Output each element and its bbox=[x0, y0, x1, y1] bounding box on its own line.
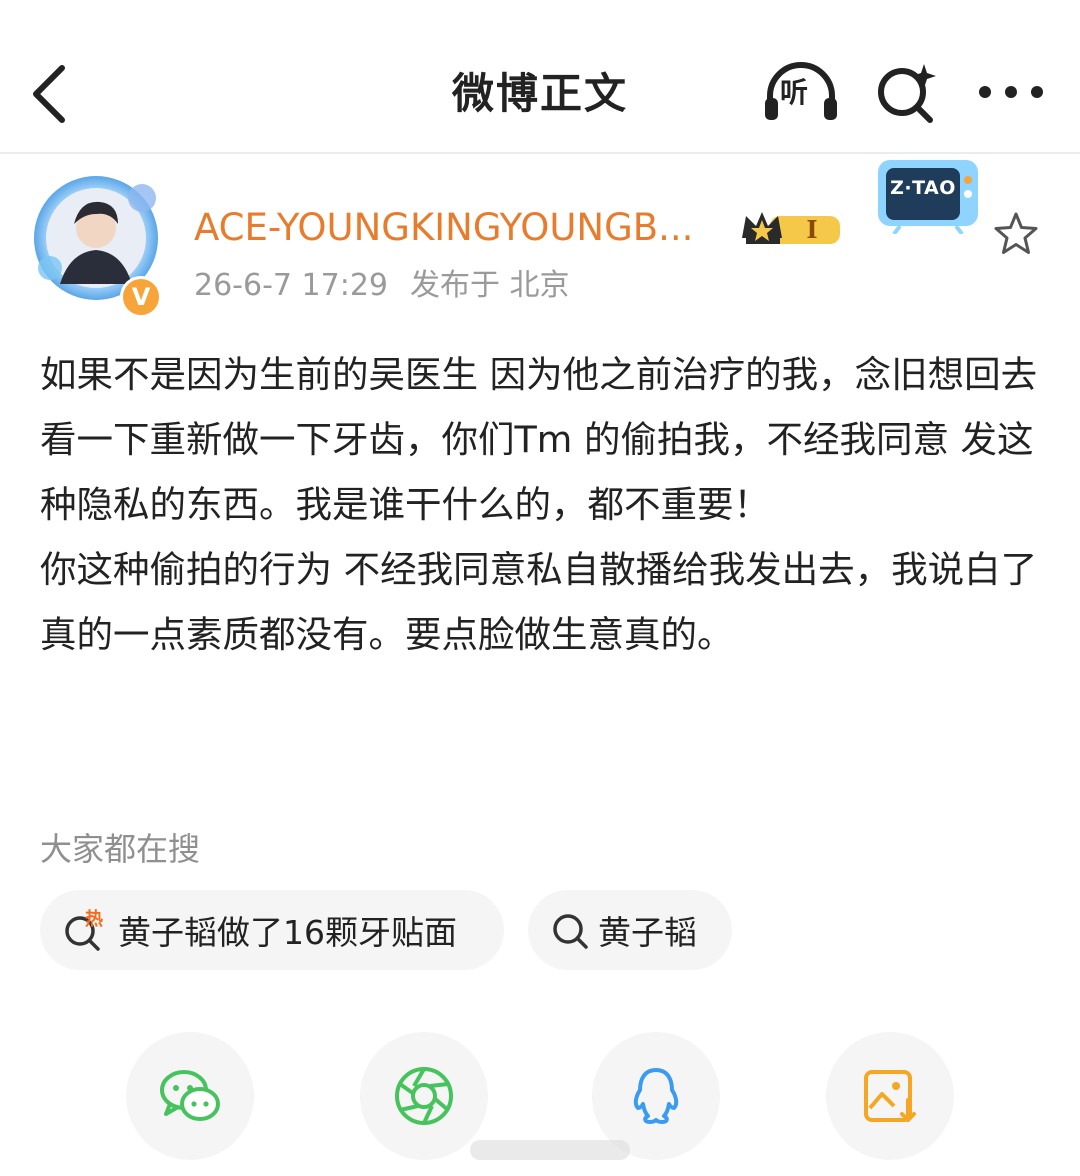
page-title: 微博正文 bbox=[451, 69, 628, 118]
search-sparkle-icon[interactable] bbox=[874, 60, 940, 126]
post-paragraph: 如果不是因为生前的吴医生 因为他之前治疗的我，念旧想回去看一下重新做一下牙齿，你… bbox=[40, 353, 1038, 526]
post-time: 26-6-7 17:29 bbox=[194, 268, 388, 303]
favorite-star-icon[interactable] bbox=[992, 210, 1040, 258]
tv-text: Z·TAO bbox=[890, 177, 956, 199]
verified-badge: V bbox=[120, 276, 162, 318]
crown-level-icon: I bbox=[742, 212, 840, 244]
tv-decoration: Z·TAO bbox=[876, 156, 980, 236]
username[interactable]: ACE-YOUNGKINGYOUNGB... bbox=[194, 204, 693, 252]
save-image-button[interactable] bbox=[826, 1032, 954, 1160]
post-meta: 26-6-7 17:29 发布于 北京 bbox=[194, 264, 570, 308]
trending-chip[interactable]: 热 黄子韬做了16颗牙贴面 bbox=[40, 890, 504, 970]
share-moments-button[interactable] bbox=[360, 1032, 488, 1160]
listen-button[interactable]: 听 bbox=[762, 62, 840, 124]
wechat-icon bbox=[160, 1070, 220, 1121]
hot-tag: 热 bbox=[85, 908, 103, 930]
moments-icon bbox=[395, 1067, 453, 1125]
search-icon bbox=[550, 905, 590, 955]
qq-icon bbox=[633, 1068, 679, 1124]
home-indicator bbox=[470, 1140, 630, 1160]
post-location: 发布于 北京 bbox=[410, 268, 570, 303]
back-arrow-icon[interactable] bbox=[28, 62, 72, 126]
trending-chip[interactable]: 黄子韬 bbox=[528, 890, 732, 970]
trending-chip-text: 黄子韬做了16颗牙贴面 bbox=[118, 913, 457, 952]
top-nav-bar: 微博正文 听 bbox=[0, 0, 1080, 154]
more-dots-icon[interactable] bbox=[976, 80, 1046, 104]
listen-label: 听 bbox=[780, 76, 809, 109]
trending-label: 大家都在搜 bbox=[40, 830, 201, 868]
trending-chip-text: 黄子韬 bbox=[598, 913, 697, 952]
save-image-icon bbox=[864, 1070, 916, 1122]
post-paragraph: 你这种偷拍的行为 不经我同意私自散播给我发出去，我说白了真的一点素质都没有。要点… bbox=[40, 548, 1038, 656]
post-content: 如果不是因为生前的吴医生 因为他之前治疗的我，念旧想回去看一下重新做一下牙齿，你… bbox=[40, 342, 1050, 667]
hot-search-icon: 热 bbox=[60, 905, 110, 955]
level-badge-text: I bbox=[806, 215, 817, 244]
share-wechat-button[interactable] bbox=[126, 1032, 254, 1160]
